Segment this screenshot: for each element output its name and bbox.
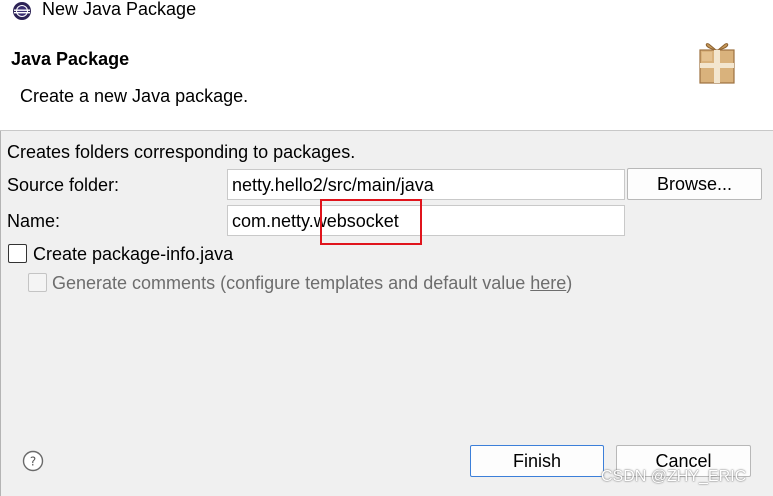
generate-comments-checkbox[interactable] [28, 273, 47, 292]
browse-button-label: Browse... [656, 174, 733, 194]
banner-divider [0, 130, 773, 131]
create-package-info-label[interactable]: Create package-info.java [33, 243, 233, 265]
generate-comments-suffix: ) [566, 273, 573, 293]
eclipse-icon [13, 2, 31, 20]
create-package-info-checkbox[interactable] [8, 244, 27, 263]
svg-text:?: ? [30, 455, 36, 469]
wizard-banner: Java Package Create a new Java package. [0, 22, 773, 130]
finish-button[interactable]: Finish [470, 445, 604, 477]
browse-button[interactable]: Browse... [627, 168, 762, 200]
finish-button-label: Finish [512, 451, 561, 471]
help-icon[interactable]: ? [22, 450, 44, 472]
intro-text: Creates folders corresponding to package… [7, 142, 356, 162]
package-name-input[interactable]: com.netty.websocket [227, 205, 625, 236]
source-folder-label: Source folder: [7, 175, 120, 195]
page-title: Java Package [11, 49, 130, 69]
watermark: CSDN @ZHY_ERIC [601, 468, 747, 485]
page-description: Create a new Java package. [20, 86, 249, 106]
window-title: New Java Package [42, 0, 197, 19]
generate-comments-label: Generate comments (configure templates a… [52, 272, 572, 294]
source-folder-input[interactable]: netty.hello2/src/main/java [227, 169, 625, 200]
title-bar: New Java Package [0, 0, 773, 22]
package-icon [699, 43, 735, 84]
generate-comments-text: Generate comments (configure templates a… [52, 273, 531, 293]
templates-link[interactable]: here [530, 273, 566, 293]
name-label: Name: [7, 211, 61, 231]
window-edge [0, 131, 1, 496]
